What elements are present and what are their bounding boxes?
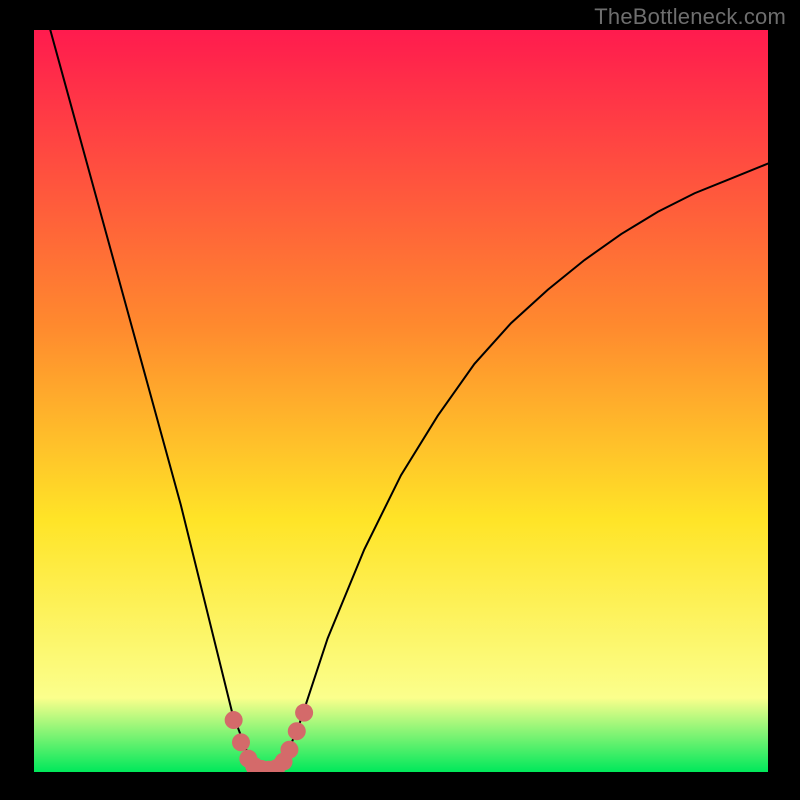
marker-dot xyxy=(295,704,313,722)
chart-svg xyxy=(34,30,768,772)
marker-dot xyxy=(288,722,306,740)
marker-dot xyxy=(232,733,250,751)
chart-frame: TheBottleneck.com xyxy=(0,0,800,800)
watermark-text: TheBottleneck.com xyxy=(594,4,786,30)
plot-area xyxy=(34,30,768,772)
marker-dot xyxy=(225,711,243,729)
gradient-background xyxy=(34,30,768,772)
marker-dot xyxy=(280,741,298,759)
